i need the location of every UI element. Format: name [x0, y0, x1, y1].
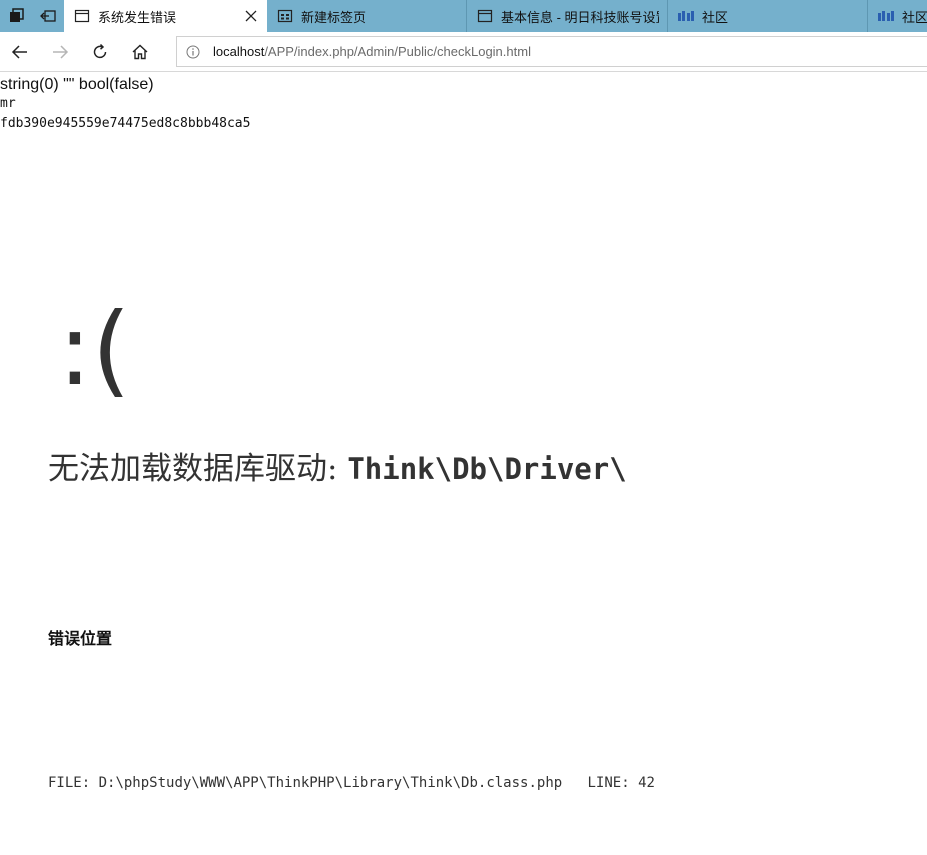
site-info-icon[interactable] [186, 45, 200, 59]
tab-error-page[interactable]: 系统发生错误 [64, 0, 267, 32]
refresh-icon [93, 43, 107, 59]
back-arrow-icon [11, 45, 27, 59]
close-tab-icon[interactable] [243, 8, 259, 24]
tab-label: 基本信息 - 明日科技账号设置 [501, 9, 659, 25]
forward-button[interactable] [46, 38, 74, 66]
password-hash-output: fdb390e945559e74475ed8c8bbb48ca5 [0, 116, 251, 131]
tab-manager-button[interactable] [2, 0, 32, 32]
url-path: /APP/index.php/Admin/Public/checkLogin.h… [264, 44, 531, 59]
error-location-heading: 错误位置 [48, 629, 113, 648]
tab-strip: 系统发生错误 新建标签页 基本信息 - 明日科技账号设置 社区 社区 [0, 0, 927, 32]
tab-community[interactable]: 社区 [668, 0, 868, 32]
file-path: D:\phpStudy\WWW\APP\ThinkPHP\Library\Thi… [98, 775, 563, 791]
error-message: 无法加载数据库驱动: Think\Db\Driver\ [48, 443, 627, 488]
var-dump-output: string(0) "" bool(false) [0, 76, 154, 93]
error-message-code: Think\Db\Driver\ [347, 452, 627, 486]
back-button[interactable] [6, 38, 34, 66]
username-output: mr [0, 96, 16, 111]
new-tab-page-icon [277, 8, 293, 24]
tab-label: 社区 [702, 9, 729, 25]
url-text[interactable]: localhost/APP/index.php/Admin/Public/che… [213, 44, 531, 59]
line-number: 42 [638, 775, 655, 791]
home-button[interactable] [126, 38, 154, 66]
sad-face-emoticon: :( [58, 291, 131, 408]
forward-arrow-icon [53, 45, 69, 59]
tab-account-settings[interactable]: 基本信息 - 明日科技账号设置 [467, 0, 668, 32]
navigation-bar: localhost/APP/index.php/Admin/Public/che… [0, 32, 927, 72]
page-content: string(0) "" bool(false) mr fdb390e94555… [0, 73, 927, 855]
tab-label: 系统发生错误 [98, 9, 177, 25]
tab-label: 新建标签页 [301, 9, 367, 25]
home-icon [132, 44, 148, 60]
address-bar[interactable]: localhost/APP/index.php/Admin/Public/che… [176, 36, 927, 67]
set-tabs-aside-button[interactable] [33, 0, 63, 32]
url-host: localhost [213, 44, 265, 59]
page-icon [477, 8, 493, 24]
community-logo-icon [678, 8, 694, 24]
community-logo-icon [878, 8, 894, 24]
error-message-text: 无法加载数据库驱动: [48, 451, 338, 487]
file-label: FILE: [48, 775, 91, 791]
set-aside-icon [40, 10, 56, 22]
tab-label: 社区 [902, 9, 927, 25]
refresh-button[interactable] [86, 38, 114, 66]
tab-community-2[interactable]: 社区 [868, 0, 927, 32]
line-label: LINE: [587, 775, 630, 791]
page-icon [74, 8, 90, 24]
tab-new-tab[interactable]: 新建标签页 [267, 0, 467, 32]
error-file-line: FILE: D:\phpStudy\WWW\APP\ThinkPHP\Libra… [48, 775, 655, 791]
tab-manager-icon [10, 8, 24, 22]
